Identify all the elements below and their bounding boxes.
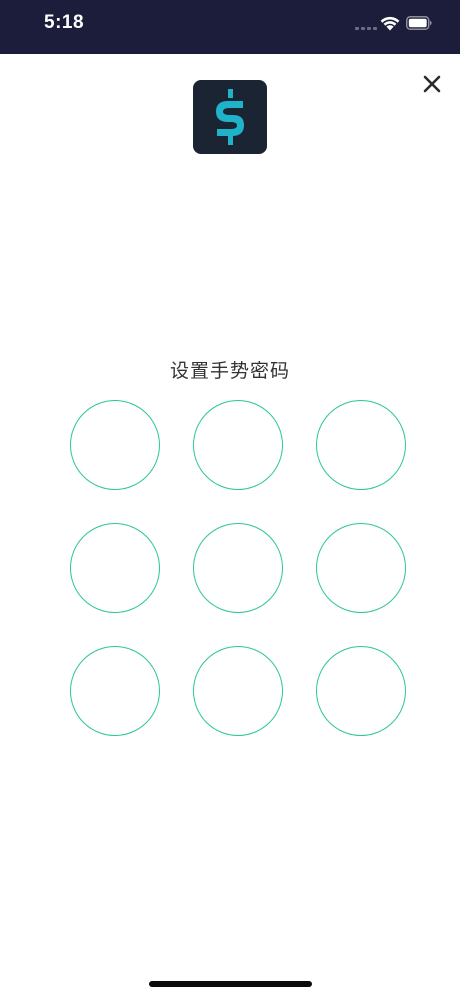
gesture-dot-4[interactable] xyxy=(70,523,160,613)
status-time: 5:18 xyxy=(44,12,85,33)
gesture-title: 设置手势密码 xyxy=(169,360,290,382)
gesture-dot-6[interactable] xyxy=(316,523,406,613)
battery-icon xyxy=(406,16,432,30)
dollar-sign-logo xyxy=(216,89,244,145)
set-gesture-password-screen: 5:18 设置手势密码 xyxy=(0,0,460,996)
wifi-icon xyxy=(380,16,400,31)
gesture-dot-8[interactable] xyxy=(193,646,283,736)
gesture-dot-9[interactable] xyxy=(316,646,406,736)
close-button[interactable] xyxy=(420,72,444,96)
cellular-signal-icon xyxy=(355,27,377,30)
gesture-dot-2[interactable] xyxy=(193,400,283,490)
home-indicator[interactable] xyxy=(149,981,312,987)
gesture-dot-7[interactable] xyxy=(70,646,160,736)
gesture-dot-1[interactable] xyxy=(70,400,160,490)
status-bar: 5:18 xyxy=(0,0,460,54)
gesture-dot-5[interactable] xyxy=(193,523,283,613)
app-logo xyxy=(193,80,267,154)
gesture-pattern-grid[interactable] xyxy=(70,400,407,738)
gesture-dot-3[interactable] xyxy=(316,400,406,490)
close-icon xyxy=(423,75,441,93)
